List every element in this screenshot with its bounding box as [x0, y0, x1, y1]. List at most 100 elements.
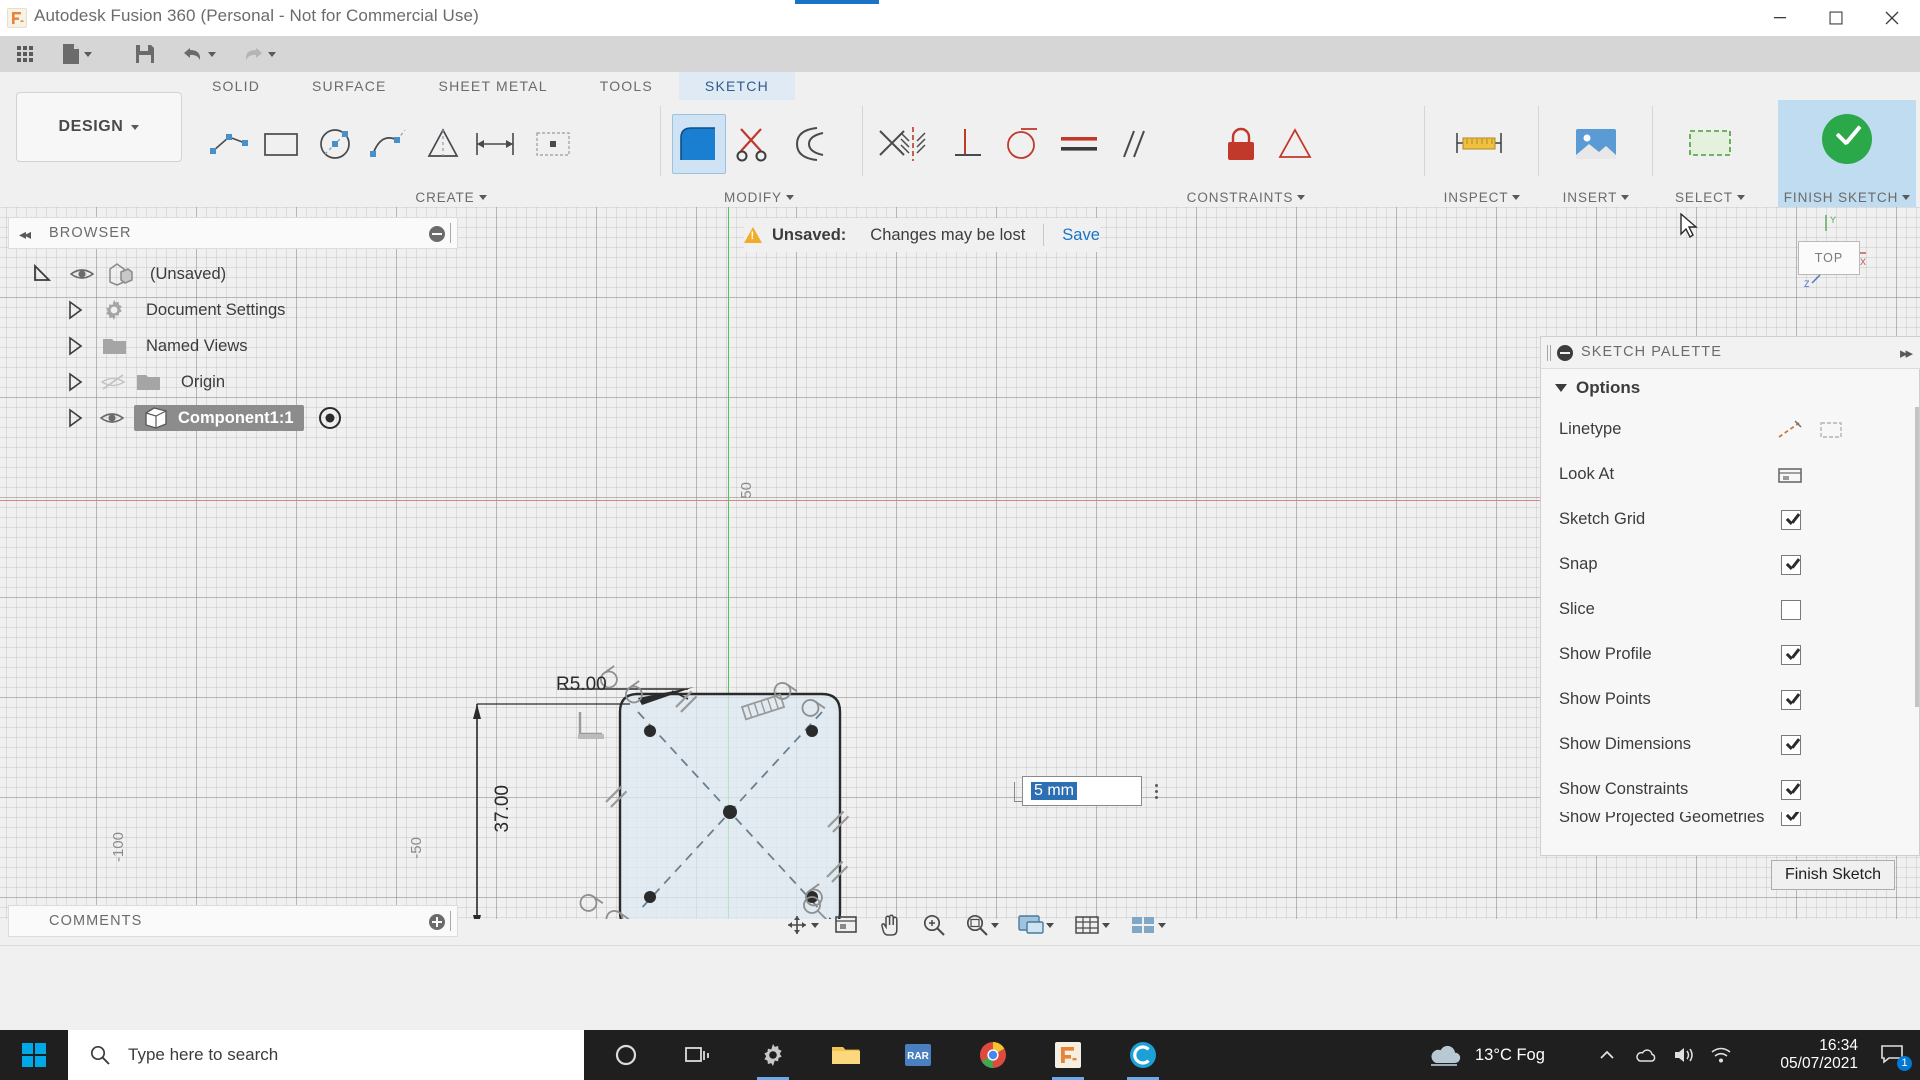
dimension-input-options-icon[interactable]	[1150, 778, 1162, 804]
tool-dimension[interactable]	[468, 114, 522, 174]
onedrive-button[interactable]	[1628, 1030, 1662, 1080]
palette-minimize-button[interactable]	[1557, 345, 1573, 361]
show-hidden-icons-button[interactable]	[1590, 1030, 1624, 1080]
expand-triangle-icon[interactable]	[66, 336, 86, 356]
close-button[interactable]	[1864, 0, 1920, 36]
tab-surface[interactable]: SURFACE	[286, 72, 413, 100]
taskbar-cortana[interactable]	[598, 1030, 654, 1080]
taskbar-file-explorer[interactable]	[818, 1030, 874, 1080]
new-document-button[interactable]	[56, 36, 106, 72]
display-settings-button[interactable]	[1008, 905, 1064, 945]
expand-triangle-icon[interactable]	[32, 264, 54, 284]
tool-offset[interactable]	[780, 114, 834, 174]
tool-collinear[interactable]	[1268, 114, 1322, 174]
add-comment-button[interactable]	[429, 914, 445, 930]
eye-icon[interactable]	[100, 409, 124, 427]
tab-solid[interactable]: SOLID	[186, 72, 286, 100]
browser-item-origin[interactable]: Origin	[8, 364, 458, 400]
browser-resize-handle[interactable]	[449, 217, 453, 249]
collapse-left-icon[interactable]: ◂◂	[19, 226, 31, 243]
tool-perpendicular[interactable]	[940, 114, 994, 174]
tool-equal[interactable]	[1052, 114, 1106, 174]
comments-resize-handle[interactable]	[449, 905, 453, 937]
app-grid-button[interactable]	[8, 36, 42, 72]
taskbar-task-view[interactable]	[670, 1030, 726, 1080]
panel-constraints-label[interactable]: CONSTRAINTS	[1146, 190, 1346, 205]
taskbar-chrome[interactable]	[965, 1030, 1021, 1080]
expand-triangle-icon[interactable]	[66, 372, 86, 392]
orbit-button[interactable]	[780, 905, 824, 945]
volume-button[interactable]	[1666, 1030, 1700, 1080]
undo-button[interactable]	[176, 36, 228, 72]
palette-section-options[interactable]: Options	[1541, 369, 1920, 407]
grid-snap-button[interactable]	[1064, 905, 1120, 945]
tool-rectangle[interactable]	[254, 114, 308, 174]
tab-sketch[interactable]: SKETCH	[678, 72, 795, 100]
panel-select-label[interactable]: SELECT	[1656, 190, 1764, 205]
tool-fix-unfix[interactable]	[1214, 114, 1268, 174]
panel-inspect-label[interactable]: INSPECT	[1428, 190, 1536, 205]
panel-insert-label[interactable]: INSERT	[1542, 190, 1650, 205]
start-button[interactable]	[0, 1030, 68, 1080]
tool-trim[interactable]	[726, 114, 780, 174]
tool-midpoint[interactable]	[866, 114, 920, 174]
palette-expand-icon[interactable]: ▸▸	[1900, 344, 1913, 362]
show-dimensions-checkbox[interactable]	[1781, 734, 1801, 755]
eye-icon[interactable]	[70, 265, 94, 283]
alert-save-link[interactable]: Save	[1062, 226, 1100, 245]
taskbar-settings[interactable]	[745, 1030, 801, 1080]
search-input[interactable]: Type here to search	[68, 1030, 584, 1080]
taskbar-cura[interactable]	[1115, 1030, 1171, 1080]
expand-triangle-icon[interactable]	[66, 300, 86, 320]
dimension-height-label[interactable]: 37.00	[492, 785, 514, 833]
snap-checkbox[interactable]	[1781, 554, 1801, 575]
centerline-icon[interactable]	[1819, 419, 1843, 441]
taskbar-winrar[interactable]: RAR	[890, 1030, 946, 1080]
workspace-selector[interactable]: DESIGN	[16, 92, 182, 162]
browser-item-unsaved[interactable]: (Unsaved)	[8, 256, 458, 292]
browser-item-component1[interactable]: Component1:1	[8, 400, 458, 436]
look-at-button[interactable]	[824, 905, 868, 945]
save-button[interactable]	[126, 36, 164, 72]
panel-modify-label[interactable]: MODIFY	[674, 190, 844, 205]
finish-sketch-dialog-button[interactable]: Finish Sketch	[1771, 860, 1895, 890]
expand-triangle-icon[interactable]	[66, 408, 86, 428]
tool-line[interactable]	[202, 114, 256, 174]
maximize-button[interactable]	[1808, 0, 1864, 36]
show-projected-geometries-checkbox[interactable]	[1781, 812, 1801, 826]
sketch-grid-checkbox[interactable]	[1781, 509, 1801, 530]
tool-tangent[interactable]	[994, 114, 1048, 174]
panel-create-label[interactable]: CREATE	[386, 190, 516, 205]
viewports-button[interactable]	[1120, 905, 1176, 945]
browser-item-named-views[interactable]: Named Views	[8, 328, 458, 364]
weather-widget[interactable]: 13°C Fog	[1425, 1030, 1545, 1080]
view-cube[interactable]: TOP Y X Z	[1798, 215, 1866, 287]
tool-arc[interactable]	[362, 114, 416, 174]
pan-button[interactable]	[868, 905, 912, 945]
eye-hidden-icon[interactable]	[100, 372, 126, 392]
tool-insert-image[interactable]	[1569, 114, 1623, 174]
clock[interactable]: 16:34 05/07/2021	[1780, 1037, 1858, 1073]
activate-component-icon[interactable]	[318, 406, 342, 430]
tool-measure[interactable]	[1452, 114, 1506, 174]
show-constraints-checkbox[interactable]	[1781, 779, 1801, 800]
zoom-button[interactable]	[912, 905, 956, 945]
dimension-input-field[interactable]: 5 mm	[1022, 776, 1142, 806]
tool-select[interactable]	[1683, 114, 1737, 174]
tool-point[interactable]	[526, 114, 580, 174]
dimension-input-value[interactable]: 5 mm	[1031, 782, 1077, 800]
browser-collapse-button[interactable]	[429, 226, 445, 242]
tab-tools[interactable]: TOOLS	[574, 72, 679, 100]
tool-polygon[interactable]	[416, 114, 470, 174]
construction-line-icon[interactable]	[1777, 419, 1803, 441]
fit-button[interactable]	[956, 905, 1008, 945]
tool-parallel[interactable]	[1106, 114, 1160, 174]
palette-scrollbar[interactable]	[1915, 407, 1919, 857]
tab-sheet-metal[interactable]: SHEET METAL	[413, 72, 574, 100]
look-at-icon[interactable]	[1777, 464, 1803, 486]
minimize-button[interactable]	[1752, 0, 1808, 36]
show-points-checkbox[interactable]	[1781, 689, 1801, 710]
browser-item-document-settings[interactable]: Document Settings	[8, 292, 458, 328]
taskbar-fusion360[interactable]	[1040, 1030, 1096, 1080]
show-profile-checkbox[interactable]	[1781, 644, 1801, 665]
